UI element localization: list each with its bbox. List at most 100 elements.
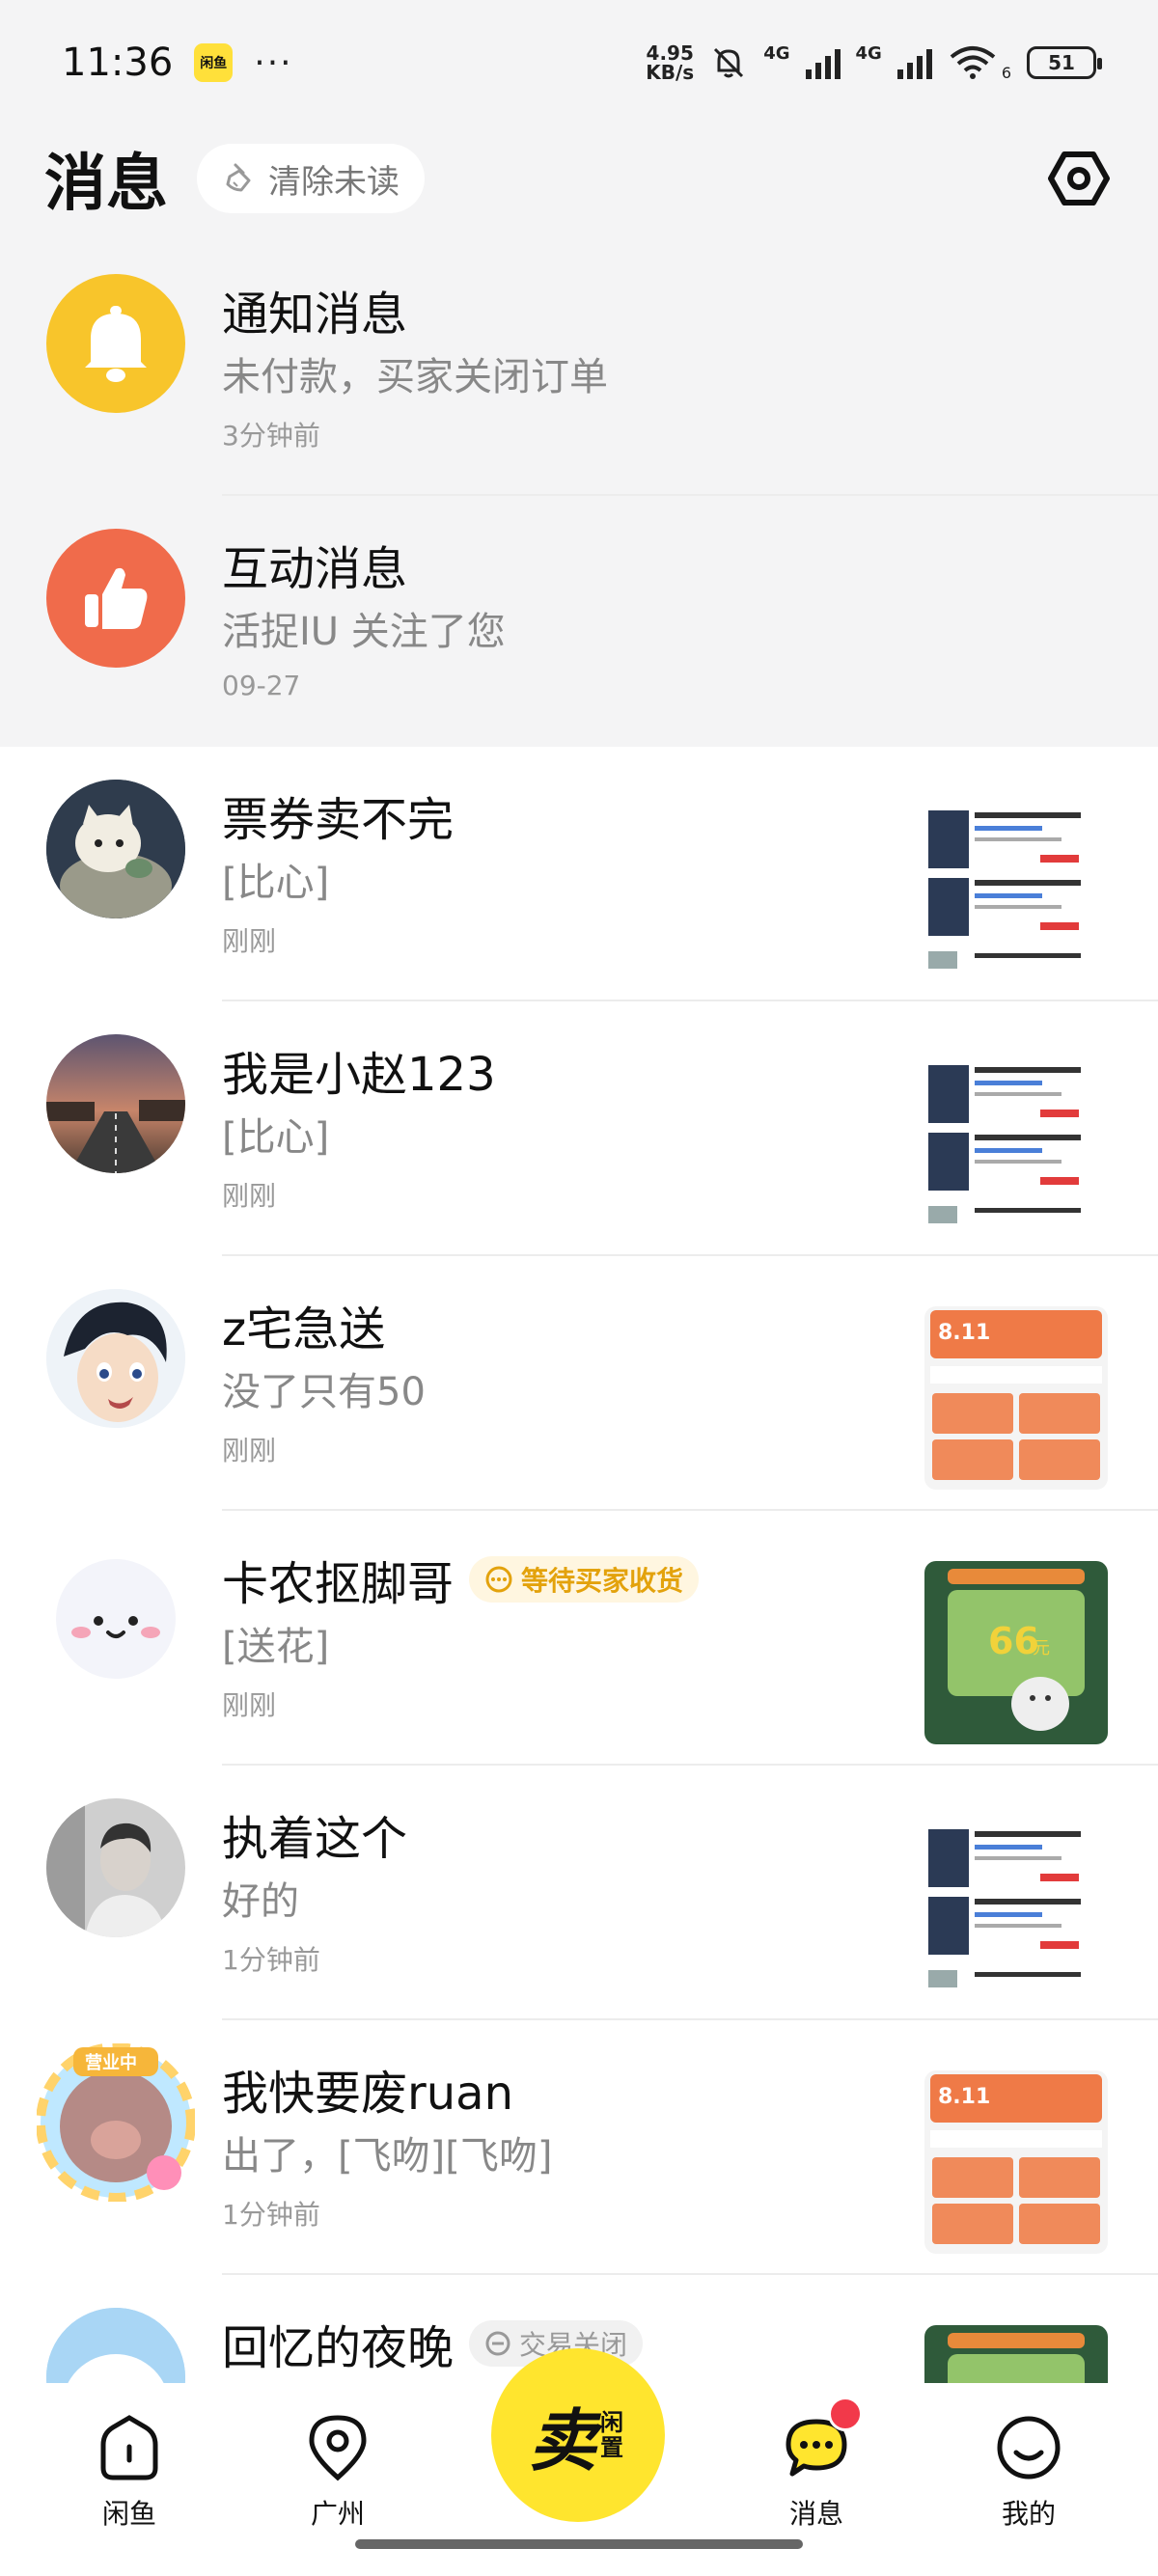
location-pin-icon bbox=[309, 2415, 367, 2481]
mute-bell-icon bbox=[714, 47, 744, 78]
item-thumbnail: 66 元 bbox=[924, 1561, 1108, 1744]
avatar bbox=[46, 2308, 185, 2383]
message-preview: [送花] bbox=[222, 1625, 330, 1669]
nav-profile-label: 我的 bbox=[1001, 2498, 1056, 2530]
blue-avatar-icon bbox=[46, 2308, 185, 2383]
coupon-amount: 66 bbox=[988, 1620, 1039, 1662]
message-time: 刚刚 bbox=[222, 1689, 277, 1721]
message-time: 刚刚 bbox=[222, 1180, 277, 1212]
smiley-icon bbox=[997, 2416, 1061, 2480]
avatar bbox=[46, 1289, 185, 1428]
message-preview: [比心] bbox=[222, 861, 330, 905]
hotel-listing-thumbnail bbox=[924, 1052, 1108, 1235]
nav-profile[interactable]: 我的 bbox=[961, 2412, 1096, 2532]
sell-button[interactable]: 卖 闲置 bbox=[491, 2348, 665, 2522]
system-message-time: 3分钟前 bbox=[222, 420, 320, 452]
bell-icon bbox=[85, 306, 147, 382]
conversation-row[interactable]: 执着这个 好的 1分钟前 bbox=[0, 1766, 1158, 2020]
conversation-row[interactable]: 我是小赵123 [比心] 刚刚 bbox=[0, 1001, 1158, 1256]
system-message-time: 09-27 bbox=[222, 670, 301, 701]
status-bar: 11:36 闲鱼 ··· 4.95 KB/s 4G 4G 6 51 bbox=[0, 0, 1158, 125]
system-message-title: 互动消息 bbox=[222, 542, 408, 596]
avatar bbox=[46, 780, 185, 918]
hotel-listing-thumbnail bbox=[924, 797, 1108, 980]
cute-ghost-avatar-icon bbox=[46, 1544, 185, 1683]
network-type-2: 4G bbox=[855, 43, 882, 64]
conversation-row[interactable]: z宅急送 没了只有50 刚刚 8.11 bbox=[0, 1256, 1158, 1511]
network-speed-unit: KB/s bbox=[646, 61, 695, 84]
avatar bbox=[46, 1798, 185, 1937]
gear-icon bbox=[1048, 151, 1110, 206]
item-thumbnail: 8.11 bbox=[924, 2070, 1108, 2254]
notice-avatar bbox=[46, 274, 185, 413]
conversation-list: 票券卖不完 [比心] 刚刚 我是小赵123 [比心] 刚刚 z宅急送 没了只有5… bbox=[0, 747, 1158, 2383]
battery-level: 51 bbox=[1048, 51, 1075, 74]
portrait-bw-avatar-icon bbox=[46, 1798, 185, 1937]
message-preview: [比心] bbox=[222, 1115, 330, 1160]
message-time: 1分钟前 bbox=[222, 2199, 320, 2231]
conversation-row[interactable]: 票券卖不完 [比心] 刚刚 bbox=[0, 747, 1158, 1001]
orange-coupon-thumbnail: 8.11 bbox=[924, 2070, 1108, 2254]
green-coupon-thumbnail: 66 bbox=[924, 2325, 1108, 2383]
broom-icon bbox=[226, 163, 251, 192]
avatar-frame-badge: 营业中 bbox=[85, 2052, 137, 2073]
sell-button-label: 卖 bbox=[529, 2400, 596, 2480]
clear-unread-button[interactable]: 清除未读 bbox=[197, 144, 425, 213]
thumbs-up-icon bbox=[85, 567, 148, 629]
sunset-road-avatar-icon bbox=[46, 1034, 185, 1173]
conversation-row[interactable]: 卡农抠脚哥 等待买家收货 [送花] 刚刚 66 元 bbox=[0, 1511, 1158, 1766]
message-preview: 出了，[飞吻][飞吻] bbox=[222, 2134, 553, 2179]
nav-messages-label: 消息 bbox=[788, 2498, 843, 2530]
bottom-nav: 闲鱼 广州 卖 闲置 消息 我的 bbox=[0, 2348, 1158, 2576]
coupon-date: 8.11 bbox=[938, 2085, 990, 2109]
wifi-icon bbox=[950, 46, 996, 79]
page-header: 消息 清除未读 bbox=[0, 125, 1158, 232]
wifi-label: 6 bbox=[1001, 64, 1011, 82]
item-thumbnail bbox=[924, 797, 1108, 980]
contact-name: 回忆的夜晚 bbox=[222, 2321, 455, 2375]
system-message-preview: 活捉IU 关注了您 bbox=[222, 610, 506, 654]
item-thumbnail: 66 bbox=[924, 2325, 1108, 2383]
conversation-row[interactable]: 营业中 我快要废ruan 出了，[飞吻][飞吻] 1分钟前 8.11 bbox=[0, 2020, 1158, 2275]
nav-home-label: 闲鱼 bbox=[101, 2498, 156, 2530]
system-message-notice[interactable]: 通知消息 未付款，买家关闭订单 3分钟前 bbox=[0, 241, 1158, 496]
battery-icon: 51 bbox=[1027, 46, 1102, 79]
contact-name: 我是小赵123 bbox=[222, 1048, 496, 1102]
message-preview: 没了只有50 bbox=[222, 1370, 426, 1414]
cat-avatar-icon bbox=[46, 780, 185, 918]
item-thumbnail bbox=[924, 1816, 1108, 1999]
green-coupon-thumbnail: 66 元 bbox=[924, 1561, 1108, 1744]
home-icon bbox=[100, 2415, 158, 2480]
system-message-title: 通知消息 bbox=[222, 288, 408, 342]
nav-city[interactable]: 广州 bbox=[270, 2412, 405, 2532]
message-time: 刚刚 bbox=[222, 925, 277, 957]
nav-home[interactable]: 闲鱼 bbox=[62, 2412, 197, 2532]
settings-button[interactable] bbox=[1044, 144, 1114, 213]
page-title: 消息 bbox=[44, 149, 168, 220]
unread-dot bbox=[828, 2397, 863, 2431]
xianyu-app-icon-label: 闲鱼 bbox=[200, 56, 228, 71]
coupon-unit: 元 bbox=[1033, 1638, 1050, 1658]
xianyu-app-icon: 闲鱼 bbox=[194, 43, 234, 82]
item-thumbnail: 8.11 bbox=[924, 1306, 1108, 1490]
signal-icon bbox=[805, 46, 841, 79]
system-message-interaction[interactable]: 互动消息 活捉IU 关注了您 09-27 bbox=[0, 496, 1158, 751]
contact-name: 执着这个 bbox=[222, 1812, 408, 1866]
item-thumbnail bbox=[924, 1052, 1108, 1235]
interaction-avatar bbox=[46, 529, 185, 668]
closed-icon bbox=[485, 2331, 510, 2356]
signal-icon-2 bbox=[896, 46, 932, 79]
messages-page: 11:36 闲鱼 ··· 4.95 KB/s 4G 4G 6 51 消息 清除未… bbox=[0, 0, 1158, 2576]
clear-unread-label: 清除未读 bbox=[268, 162, 400, 202]
hotel-listing-thumbnail bbox=[924, 1816, 1108, 1999]
avatar: 营业中 bbox=[37, 2043, 195, 2202]
status-indicators: 4.95 KB/s 4G 4G 6 51 bbox=[646, 43, 1102, 84]
coupon-date: 8.11 bbox=[938, 1321, 990, 1345]
message-time: 刚刚 bbox=[222, 1435, 277, 1466]
orange-coupon-thumbnail: 8.11 bbox=[924, 1306, 1108, 1490]
pending-icon bbox=[485, 1566, 512, 1593]
contact-name: 我快要废ruan bbox=[222, 2067, 513, 2121]
home-indicator[interactable] bbox=[355, 2539, 803, 2549]
nav-messages[interactable]: 消息 bbox=[749, 2412, 884, 2532]
avatar bbox=[46, 1544, 185, 1683]
